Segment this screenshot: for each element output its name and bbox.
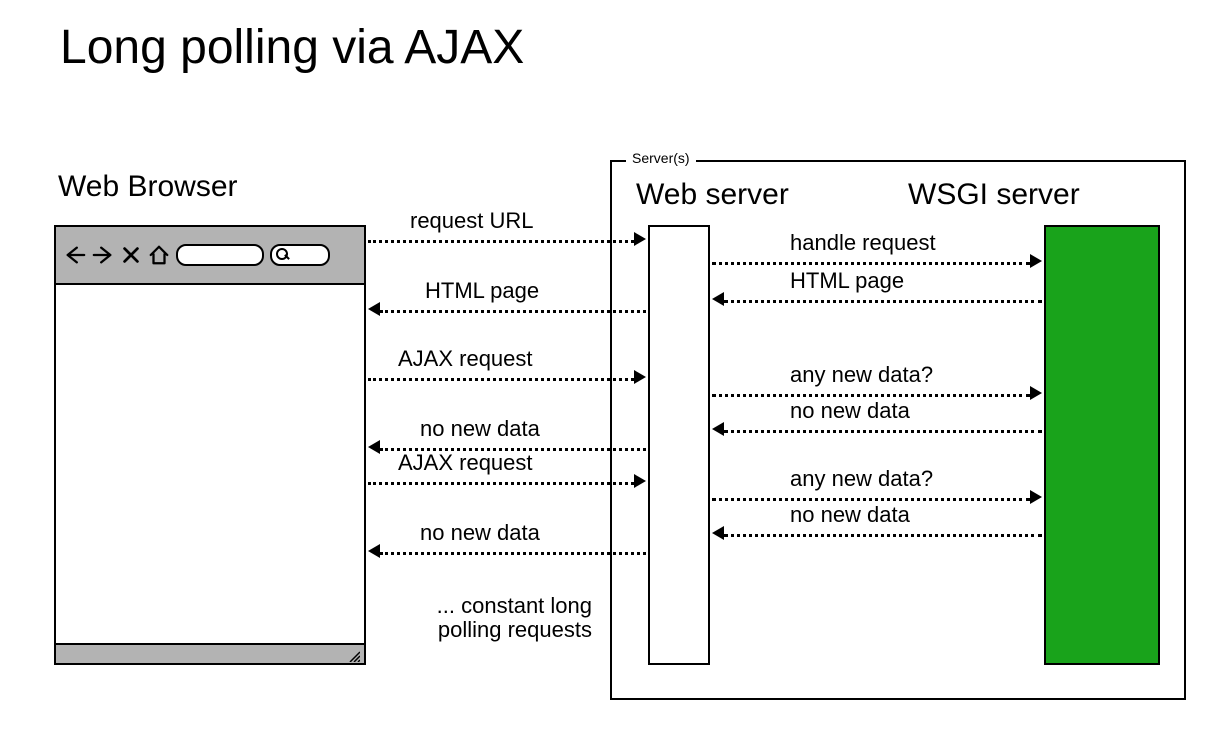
arrow-head-left-icon bbox=[712, 526, 724, 540]
arrow-line bbox=[724, 534, 1042, 537]
arrow-line bbox=[368, 482, 634, 485]
arrow-line bbox=[724, 300, 1042, 303]
webserver-label: Web server bbox=[636, 178, 789, 212]
arrow-head-right-icon bbox=[1030, 490, 1042, 504]
arrow-line bbox=[724, 430, 1042, 433]
forward-arrow-icon bbox=[92, 244, 114, 266]
arrow-head-right-icon bbox=[634, 232, 646, 246]
stop-icon bbox=[120, 244, 142, 266]
wsgi-label: WSGI server bbox=[908, 178, 1080, 212]
diagram-canvas: Long polling via AJAX Web Browser bbox=[0, 0, 1223, 747]
msg-request-url: request URL bbox=[410, 208, 534, 234]
arrow-line bbox=[712, 262, 1030, 265]
arrow-head-left-icon bbox=[712, 422, 724, 436]
back-arrow-icon bbox=[64, 244, 86, 266]
page-title: Long polling via AJAX bbox=[60, 20, 524, 75]
arrow-head-right-icon bbox=[634, 370, 646, 384]
arrow-line bbox=[380, 552, 646, 555]
arrow-head-left-icon bbox=[368, 302, 380, 316]
footnote-line2: polling requests bbox=[438, 617, 592, 642]
webserver-lifeline bbox=[648, 225, 710, 665]
arrow-head-right-icon bbox=[634, 474, 646, 488]
arrow-head-left-icon bbox=[712, 292, 724, 306]
msg-no-new-data-2: no new data bbox=[420, 520, 540, 546]
arrow-line bbox=[368, 378, 634, 381]
msg-handle-request: handle request bbox=[790, 230, 936, 256]
arrow-head-right-icon bbox=[1030, 386, 1042, 400]
arrow-head-right-icon bbox=[1030, 254, 1042, 268]
servers-group-label: Server(s) bbox=[626, 150, 696, 166]
arrow-line bbox=[368, 240, 634, 243]
msg-no-new-data-r1: no new data bbox=[790, 398, 910, 424]
msg-ajax-request-2: AJAX request bbox=[398, 450, 533, 476]
msg-html-page-left: HTML page bbox=[425, 278, 539, 304]
arrow-head-left-icon bbox=[368, 440, 380, 454]
browser-mock bbox=[54, 225, 366, 665]
msg-no-new-data-1: no new data bbox=[420, 416, 540, 442]
arrow-line bbox=[380, 310, 646, 313]
msg-any-new-data-1: any new data? bbox=[790, 362, 933, 388]
wsgi-lifeline bbox=[1044, 225, 1160, 665]
footnote-line1: ... constant long bbox=[437, 593, 592, 618]
browser-statusbar bbox=[56, 643, 364, 663]
address-bar bbox=[176, 244, 264, 266]
msg-any-new-data-2: any new data? bbox=[790, 466, 933, 492]
arrow-head-left-icon bbox=[368, 544, 380, 558]
home-icon bbox=[148, 244, 170, 266]
msg-ajax-request-1: AJAX request bbox=[398, 346, 533, 372]
browser-toolbar bbox=[56, 227, 364, 285]
msg-html-page-right: HTML page bbox=[790, 268, 904, 294]
footnote: ... constant long polling requests bbox=[392, 594, 592, 642]
browser-label: Web Browser bbox=[58, 170, 238, 204]
search-bar bbox=[270, 244, 330, 266]
arrow-line bbox=[712, 394, 1030, 397]
resize-grip-icon bbox=[348, 649, 360, 661]
arrow-line bbox=[712, 498, 1030, 501]
msg-no-new-data-r2: no new data bbox=[790, 502, 910, 528]
